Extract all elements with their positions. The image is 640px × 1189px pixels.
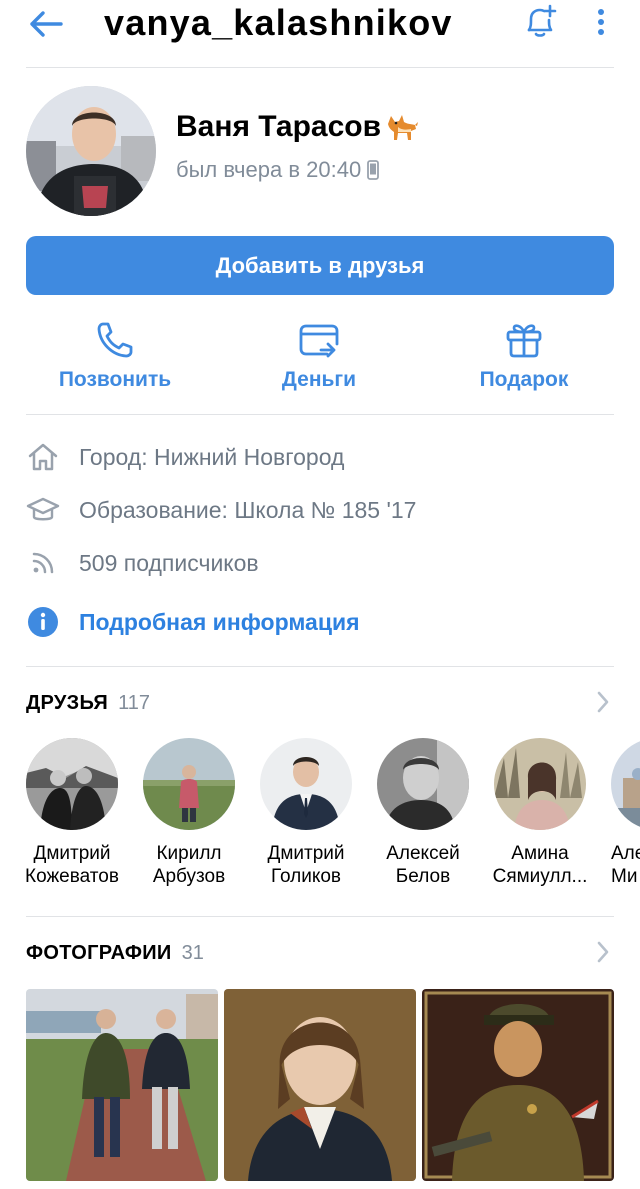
info-education: Образование: Школа № 185 '17 <box>26 493 614 527</box>
friend-name: Дмитрий Кожеватов <box>25 843 119 887</box>
dog-emoji-icon <box>385 112 419 142</box>
profile-name-text: Ваня Тарасов <box>176 110 382 143</box>
divider <box>26 916 614 917</box>
friend-avatar <box>377 738 469 830</box>
friend-avatar <box>611 738 640 830</box>
chevron-right-icon <box>596 940 610 964</box>
call-label: Позвонить <box>58 368 172 391</box>
photos-title: ФОТОГРАФИИ <box>26 941 172 964</box>
money-label: Деньги <box>281 368 357 391</box>
phone-icon <box>97 322 133 358</box>
avatar[interactable] <box>26 86 156 216</box>
divider <box>26 67 614 68</box>
friend-name: Але Ми <box>611 843 640 887</box>
call-button[interactable]: Позвонить <box>30 318 200 398</box>
chevron-right-icon <box>596 690 610 714</box>
friend-item[interactable]: Амина Сямиулл... <box>481 738 599 888</box>
divider <box>26 414 614 415</box>
friend-avatar <box>143 738 235 830</box>
friend-item[interactable]: Дмитрий Голиков <box>247 738 365 888</box>
last-seen-text: был вчера в 20:40 <box>176 157 362 182</box>
profile-name: Ваня Тарасов <box>176 110 419 144</box>
arrow-left-icon <box>30 11 63 37</box>
friends-list: Дмитрий Кожеватов Кирилл Арбузов Дмитрий… <box>0 738 640 888</box>
friend-name: Амина Сямиулл... <box>492 843 588 887</box>
friend-item[interactable]: Алексей Белов <box>364 738 482 888</box>
card-transfer-icon <box>299 324 339 358</box>
photo-thumbnail[interactable] <box>26 989 218 1181</box>
followers-text: 509 подписчиков <box>79 549 259 576</box>
gift-button[interactable]: Подарок <box>439 318 609 398</box>
city-text: Город: Нижний Новгород <box>79 443 345 470</box>
photo-thumbnail[interactable] <box>422 989 614 1181</box>
rss-icon <box>32 552 54 574</box>
info-followers[interactable]: 509 подписчиков <box>26 546 614 580</box>
top-bar: vanya_kalashnikov <box>0 0 640 56</box>
photo-thumbnail[interactable] <box>224 989 416 1181</box>
friends-count: 117 <box>118 691 150 714</box>
more-menu-button[interactable] <box>588 4 614 40</box>
page-title: vanya_kalashnikov <box>104 2 453 43</box>
graduation-cap-icon <box>26 497 60 521</box>
friend-name: Дмитрий Голиков <box>267 843 345 887</box>
money-transfer-button[interactable]: Деньги <box>234 318 404 398</box>
divider <box>26 666 614 667</box>
mobile-phone-icon <box>367 160 380 180</box>
photos-header[interactable]: ФОТОГРАФИИ 31 <box>26 938 614 968</box>
bell-plus-icon <box>527 4 557 37</box>
friend-avatar <box>260 738 352 830</box>
photos-count: 31 <box>181 941 204 964</box>
friend-avatar <box>26 738 118 830</box>
friends-title: ДРУЗЬЯ <box>26 691 109 714</box>
home-icon <box>28 443 58 471</box>
photos-grid <box>26 989 614 1189</box>
friend-name: Алексей Белов <box>386 843 460 887</box>
last-seen-status: был вчера в 20:40 <box>176 157 380 183</box>
friend-item[interactable]: Дмитрий Кожеватов <box>13 738 131 888</box>
detailed-info-text: Подробная информация <box>79 608 360 635</box>
friend-item[interactable]: Кирилл Арбузов <box>130 738 248 888</box>
friend-item[interactable]: Але Ми <box>598 738 640 888</box>
info-circle-icon <box>28 607 58 637</box>
education-text: Образование: Школа № 185 '17 <box>79 496 417 523</box>
friends-header[interactable]: ДРУЗЬЯ 117 <box>26 688 614 718</box>
gift-label: Подарок <box>479 368 569 391</box>
more-vertical-icon <box>598 9 604 35</box>
back-button[interactable] <box>26 6 66 42</box>
detailed-info-link[interactable]: Подробная информация <box>26 605 614 639</box>
info-city: Город: Нижний Новгород <box>26 440 614 474</box>
friend-avatar <box>494 738 586 830</box>
add-friend-button[interactable]: Добавить в друзья <box>26 236 614 295</box>
friend-name: Кирилл Арбузов <box>152 843 226 887</box>
subscribe-notifications-button[interactable] <box>518 2 562 42</box>
gift-icon <box>506 324 542 358</box>
